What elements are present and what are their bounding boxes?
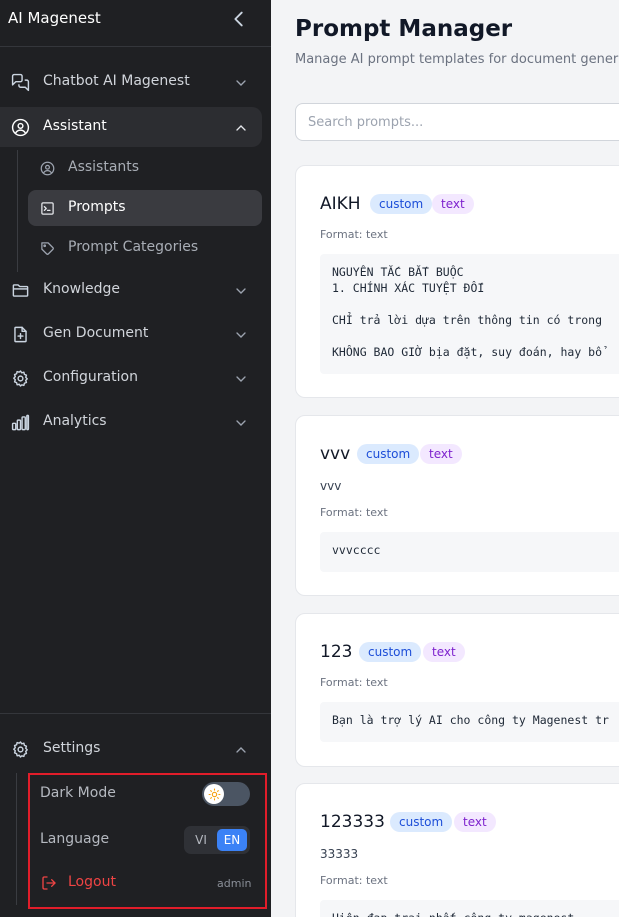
prompt-name: vvv (320, 444, 351, 464)
prompt-format: Format: text (320, 506, 388, 519)
nav-gen-document[interactable]: Gen Document (0, 314, 262, 354)
prompt-name: 123 (320, 642, 353, 662)
nav-label: Settings (43, 740, 101, 756)
settings-divider (0, 713, 271, 714)
file-plus-icon (11, 325, 30, 344)
tag-icon (40, 241, 55, 256)
nav-label: Knowledge (43, 281, 120, 297)
prompt-format: Format: text (320, 874, 388, 887)
settings-highlight-annotation (28, 773, 267, 909)
user-circle-icon (11, 118, 30, 137)
nav-assistant[interactable]: Assistant (0, 107, 262, 147)
nav-label: Configuration (43, 369, 138, 385)
nav-settings[interactable]: Settings (0, 729, 262, 769)
prompt-content-preview: vvvcccc (320, 532, 619, 572)
badge-format-type: text (423, 642, 465, 662)
prompt-name: 123333 (320, 812, 385, 832)
nav-configuration[interactable]: Configuration (0, 358, 262, 398)
nav-analytics[interactable]: Analytics (0, 402, 262, 442)
chevron-down-icon (233, 415, 249, 431)
chevron-up-icon (233, 120, 249, 136)
badge-custom: custom (390, 812, 453, 832)
sub-item-label: Assistants (68, 159, 140, 175)
nav-label: Gen Document (43, 325, 149, 341)
badge-custom: custom (357, 444, 420, 464)
prompt-card[interactable]: 123 custom text Format: text Bạn là trợ … (295, 613, 619, 767)
page-subtitle: Manage AI prompt templates for document … (295, 52, 619, 67)
prompt-card[interactable]: AIKH custom text Format: text NGUYÊN TẮC… (295, 165, 619, 398)
chevron-down-icon (233, 75, 249, 91)
sub-item-prompt-categories[interactable]: Prompt Categories (28, 230, 262, 266)
sidebar: AI Magenest Chatbot AI Magenest Assistan… (0, 0, 271, 917)
prompt-card[interactable]: 123333 custom text 33333 Format: text Hi… (295, 783, 619, 917)
badge-format-type: text (420, 444, 462, 464)
badge-format-type: text (454, 812, 496, 832)
sub-item-assistants[interactable]: Assistants (28, 150, 262, 186)
prompt-description: vvv (320, 479, 342, 493)
folder-icon (11, 281, 30, 300)
chevron-down-icon (233, 371, 249, 387)
prompt-content-preview: Hiện đạp trai nhất công ty magenest (320, 900, 619, 917)
user-circle-icon (40, 161, 55, 176)
bar-chart-icon (11, 413, 30, 432)
nav-chatbot-ai-magenest[interactable]: Chatbot AI Magenest (0, 62, 262, 102)
prompt-format: Format: text (320, 676, 388, 689)
gear-icon (11, 740, 30, 759)
collapse-sidebar-button[interactable] (228, 8, 250, 30)
prompt-name: AIKH (320, 194, 361, 214)
nav-label: Chatbot AI Magenest (43, 73, 190, 89)
settings-guide-line (16, 773, 17, 905)
prompt-content-preview: NGUYÊN TẮC BẮT BUỘC 1. CHÍNH XÁC TUYỆT Đ… (320, 254, 619, 374)
chevron-down-icon (233, 283, 249, 299)
chevron-left-icon (234, 11, 243, 27)
prompt-format: Format: text (320, 228, 388, 241)
sub-item-label: Prompts (68, 199, 126, 215)
prompt-content-preview: Bạn là trợ lý AI cho công ty Magenest tr (320, 702, 619, 742)
prompt-description: 33333 (320, 847, 359, 861)
chat-bubbles-icon (11, 73, 30, 92)
prompt-card[interactable]: vvv custom text vvv Format: text vvvcccc (295, 415, 619, 596)
sub-item-label: Prompt Categories (68, 239, 199, 255)
badge-custom: custom (359, 642, 422, 662)
chevron-up-icon (233, 742, 249, 758)
search-prompts-input[interactable] (295, 103, 619, 141)
main-content: Prompt Manager Manage AI prompt template… (271, 0, 619, 917)
sub-item-prompts[interactable]: Prompts (28, 190, 262, 226)
gear-icon (11, 369, 30, 388)
chevron-down-icon (233, 327, 249, 343)
brand-name: AI Magenest (8, 9, 101, 27)
submenu-guide-line (17, 150, 18, 272)
sidebar-header: AI Magenest (0, 0, 271, 47)
nav-knowledge[interactable]: Knowledge (0, 270, 262, 310)
badge-format-type: text (432, 194, 474, 214)
terminal-icon (40, 201, 55, 216)
badge-custom: custom (370, 194, 433, 214)
page-title: Prompt Manager (295, 16, 513, 42)
nav-label: Assistant (43, 118, 107, 134)
nav-label: Analytics (43, 413, 107, 429)
